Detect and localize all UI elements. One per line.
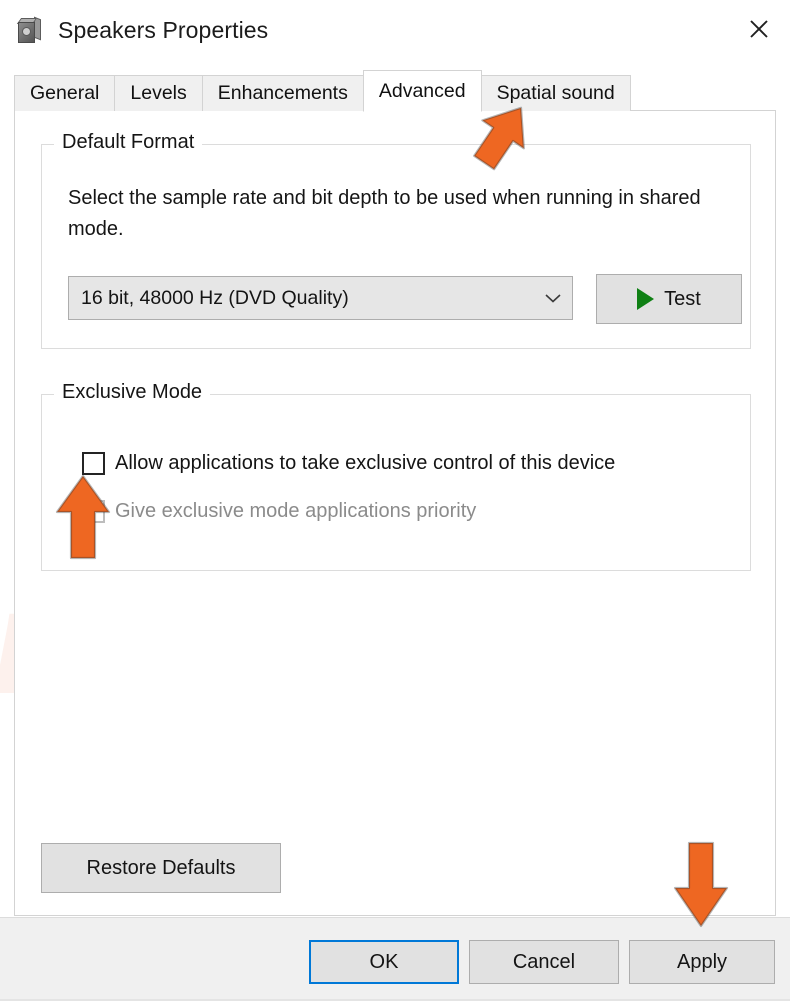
exclusive-priority-label: Give exclusive mode applications priorit…: [115, 500, 477, 522]
tab-advanced[interactable]: Advanced: [362, 70, 482, 112]
chevron-down-icon: [534, 292, 572, 304]
cancel-button-label: Cancel: [512, 950, 576, 973]
tab-levels[interactable]: Levels: [114, 75, 203, 111]
play-icon: [637, 288, 655, 310]
default-format-legend: Default Format: [54, 131, 203, 154]
apply-button-label: Apply: [676, 950, 728, 973]
allow-exclusive-control-row[interactable]: Allow applications to take exclusive con…: [82, 452, 615, 475]
close-icon[interactable]: [728, 0, 790, 58]
speakers-properties-dialog: Speakers Properties General Levels Enhan…: [0, 0, 790, 1001]
restore-defaults-label: Restore Defaults: [86, 856, 236, 879]
default-format-group: Default Format Select the sample rate an…: [41, 131, 751, 349]
exclusive-mode-legend: Exclusive Mode: [54, 381, 211, 404]
allow-exclusive-control-label: Allow applications to take exclusive con…: [115, 452, 616, 474]
test-button[interactable]: Test: [596, 274, 742, 324]
restore-defaults-button[interactable]: Restore Defaults: [41, 843, 281, 893]
tab-enhancements[interactable]: Enhancements: [201, 75, 364, 111]
default-format-description: Select the sample rate and bit depth to …: [68, 187, 701, 240]
speaker-icon: [16, 16, 44, 45]
ok-button[interactable]: OK: [309, 940, 459, 984]
title-bar: Speakers Properties: [0, 0, 790, 61]
window-title: Speakers Properties: [58, 17, 269, 43]
default-format-value: 16 bit, 48000 Hz (DVD Quality): [81, 286, 349, 309]
tab-spatial-sound-label: Spatial sound: [496, 82, 615, 104]
tab-levels-label: Levels: [130, 82, 187, 104]
tab-general-label: General: [30, 82, 100, 104]
exclusive-priority-row: Give exclusive mode applications priorit…: [82, 500, 476, 523]
tab-general[interactable]: General: [14, 75, 116, 111]
exclusive-mode-group: Exclusive Mode Allow applications to tak…: [41, 381, 751, 571]
cancel-button[interactable]: Cancel: [469, 940, 619, 984]
test-button-label: Test: [664, 287, 701, 310]
dialog-footer: OK Cancel Apply: [0, 917, 790, 1001]
tab-advanced-label: Advanced: [378, 79, 466, 102]
tab-strip: General Levels Enhancements Advanced Spa…: [14, 69, 776, 112]
tab-content-pane: Default Format Select the sample rate an…: [14, 110, 776, 916]
apply-button[interactable]: Apply: [629, 940, 775, 984]
tab-spatial-sound[interactable]: Spatial sound: [480, 75, 631, 111]
allow-exclusive-control-checkbox[interactable]: [82, 452, 105, 475]
exclusive-priority-checkbox: [82, 500, 105, 523]
ok-button-label: OK: [369, 950, 399, 973]
tab-enhancements-label: Enhancements: [217, 82, 348, 104]
default-format-combobox[interactable]: 16 bit, 48000 Hz (DVD Quality): [68, 276, 573, 320]
